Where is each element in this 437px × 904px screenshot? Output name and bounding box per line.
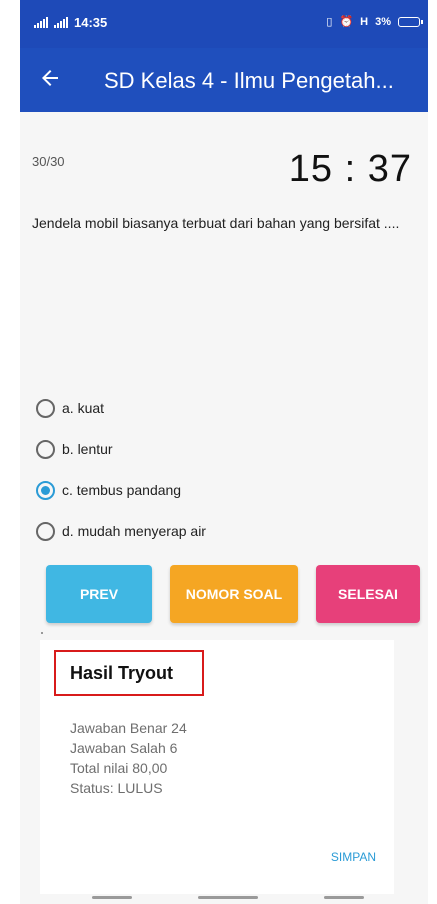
alarm-icon: ⏰ (339, 16, 354, 28)
option-d[interactable]: d. mudah menyerap air (36, 521, 206, 541)
status-bar: 14:35 ▯ ⏰ H 3% (20, 0, 428, 48)
option-label: c. tembus pandang (62, 482, 182, 498)
status-time: 14:35 (74, 15, 108, 30)
nav-back-handle[interactable] (92, 896, 132, 899)
signal-icon (34, 17, 48, 28)
network-label: H (360, 15, 369, 28)
status-right: ▯ ⏰ H 3% (326, 15, 423, 28)
question-text: Jendela mobil biasanya terbuat dari baha… (32, 215, 400, 231)
prev-button[interactable]: PREV (46, 565, 152, 623)
back-arrow-icon[interactable] (38, 66, 62, 90)
selesai-button[interactable]: SELESAI (316, 565, 420, 623)
nav-recent-handle[interactable] (324, 896, 364, 899)
wrong-count: Jawaban Salah 6 (70, 740, 178, 756)
radio-button[interactable] (36, 439, 55, 459)
battery-percent: 3% (375, 15, 391, 28)
correct-count: Jawaban Benar 24 (70, 720, 187, 736)
radio-button[interactable] (36, 521, 55, 541)
radio-button-selected[interactable] (36, 480, 55, 500)
dialog-title: Hasil Tryout (70, 663, 174, 683)
vibrate-icon: ▯ (326, 16, 333, 28)
divider-dot (41, 632, 43, 634)
option-label: d. mudah menyerap air (62, 523, 206, 539)
option-label: a. kuat (62, 400, 105, 416)
option-a[interactable]: a. kuat (36, 398, 206, 418)
nav-home-handle[interactable] (198, 896, 258, 899)
dialog-body: Jawaban Benar 24 Jawaban Salah 6 Total n… (70, 718, 187, 798)
option-label: b. lentur (62, 441, 113, 457)
question-counter: 30/30 (32, 154, 65, 169)
signal-icon-2 (54, 17, 68, 28)
app-bar: SD Kelas 4 - Ilmu Pengetah... (20, 48, 428, 112)
nomor-soal-button[interactable]: NOMOR SOAL (170, 565, 298, 623)
result-dialog: Hasil Tryout Jawaban Benar 24 Jawaban Sa… (40, 640, 394, 894)
countdown-timer: 15 : 37 (288, 148, 412, 190)
option-c[interactable]: c. tembus pandang (36, 480, 206, 500)
radio-button[interactable] (36, 398, 55, 418)
total-score: Total nilai 80,00 (70, 760, 168, 776)
option-b[interactable]: b. lentur (36, 439, 206, 459)
battery-icon (398, 16, 423, 27)
screen: 14:35 ▯ ⏰ H 3% SD Kelas 4 - Ilmu Pengeta… (0, 0, 437, 904)
app-title: SD Kelas 4 - Ilmu Pengetah... (104, 68, 394, 93)
simpan-button[interactable]: SIMPAN (331, 850, 376, 864)
phone-screen: 14:35 ▯ ⏰ H 3% SD Kelas 4 - Ilmu Pengeta… (20, 0, 428, 904)
answer-options: a. kuat b. lentur c. tembus pandang d. m… (36, 398, 206, 562)
pass-status: Status: LULUS (70, 780, 163, 796)
title-highlight-box: Hasil Tryout (54, 650, 204, 696)
status-left: 14:35 (34, 15, 107, 30)
